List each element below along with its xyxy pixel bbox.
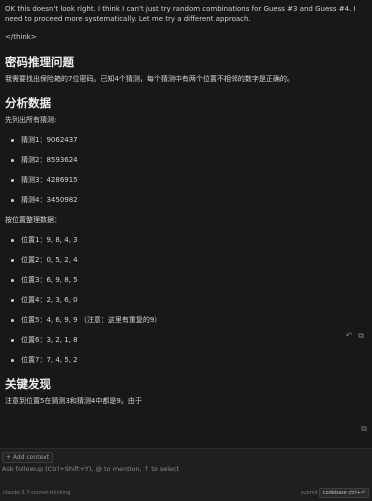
list-item: 位置5：4, 6, 9, 9 （注意：这里有重复的9） (10, 315, 366, 325)
chat-panel: OK this doesn't look right. I think I ca… (0, 0, 372, 448)
list-item: 猜测3：4286915 (10, 175, 366, 185)
list-item: 位置6：3, 2, 1, 8 (10, 335, 366, 345)
section-title-password-problem: 密码推理问题 (5, 55, 74, 69)
model-selector[interactable]: claude-3.7-sonnet-thinking (3, 490, 70, 496)
followup-input-area: + Add context Ask followup (Ctrl+Shift+Y… (0, 448, 372, 501)
positions-list: 位置1：9, 8, 4, 3 位置2：0, 5, 2, 4 位置3：6, 9, … (5, 235, 366, 365)
list-item: 位置1：9, 8, 4, 3 (10, 235, 366, 245)
section-title-analyze-data: 分析数据 (5, 96, 51, 110)
copy-icon[interactable]: ⧉ (361, 424, 367, 434)
undo-icon[interactable]: ↶ (346, 331, 353, 341)
section-body-key-finding: 注意到位置5在猜测3和猜测4中都是9。由于 (5, 397, 142, 405)
list-item: 位置7：7, 4, 5, 2 (10, 355, 366, 365)
list-item: 猜测1：9062437 (10, 135, 366, 145)
assistant-message: OK this doesn't look right. I think I ca… (0, 0, 372, 406)
section-title-key-finding: 关键发现 (5, 377, 51, 391)
add-context-button[interactable]: + Add context (2, 452, 54, 463)
codebase-button[interactable]: codebase ctrl+⏎ (318, 488, 369, 498)
submit-button[interactable]: submit (301, 490, 318, 496)
copy-icon[interactable]: ⧉ (358, 331, 364, 341)
list-item: 位置4：2, 3, 6, 0 (10, 295, 366, 305)
list-item: 位置2：0, 5, 2, 4 (10, 255, 366, 265)
guesses-list: 猜测1：9062437 猜测2：8593624 猜测3：4286915 猜测4：… (5, 135, 366, 205)
followup-input[interactable]: Ask followup (Ctrl+Shift+Y), @ to mentio… (2, 465, 179, 473)
thinking-text: OK this doesn't look right. I think I ca… (5, 5, 356, 23)
section-body-password-problem: 我需要找出保险箱的7位密码。已知4个猜测，每个猜测中有两个位置不相邻的数字是正确… (5, 75, 294, 83)
positions-intro: 按位置整理数据： (5, 216, 61, 224)
message-actions: ↶ ⧉ (346, 331, 364, 341)
guesses-intro: 先列出所有猜测: (5, 116, 57, 124)
list-item: 位置3：6, 9, 8, 5 (10, 275, 366, 285)
list-item: 猜测2：8593624 (10, 155, 366, 165)
think-close-tag: </think> (5, 33, 37, 41)
list-item: 猜测4：3450982 (10, 195, 366, 205)
